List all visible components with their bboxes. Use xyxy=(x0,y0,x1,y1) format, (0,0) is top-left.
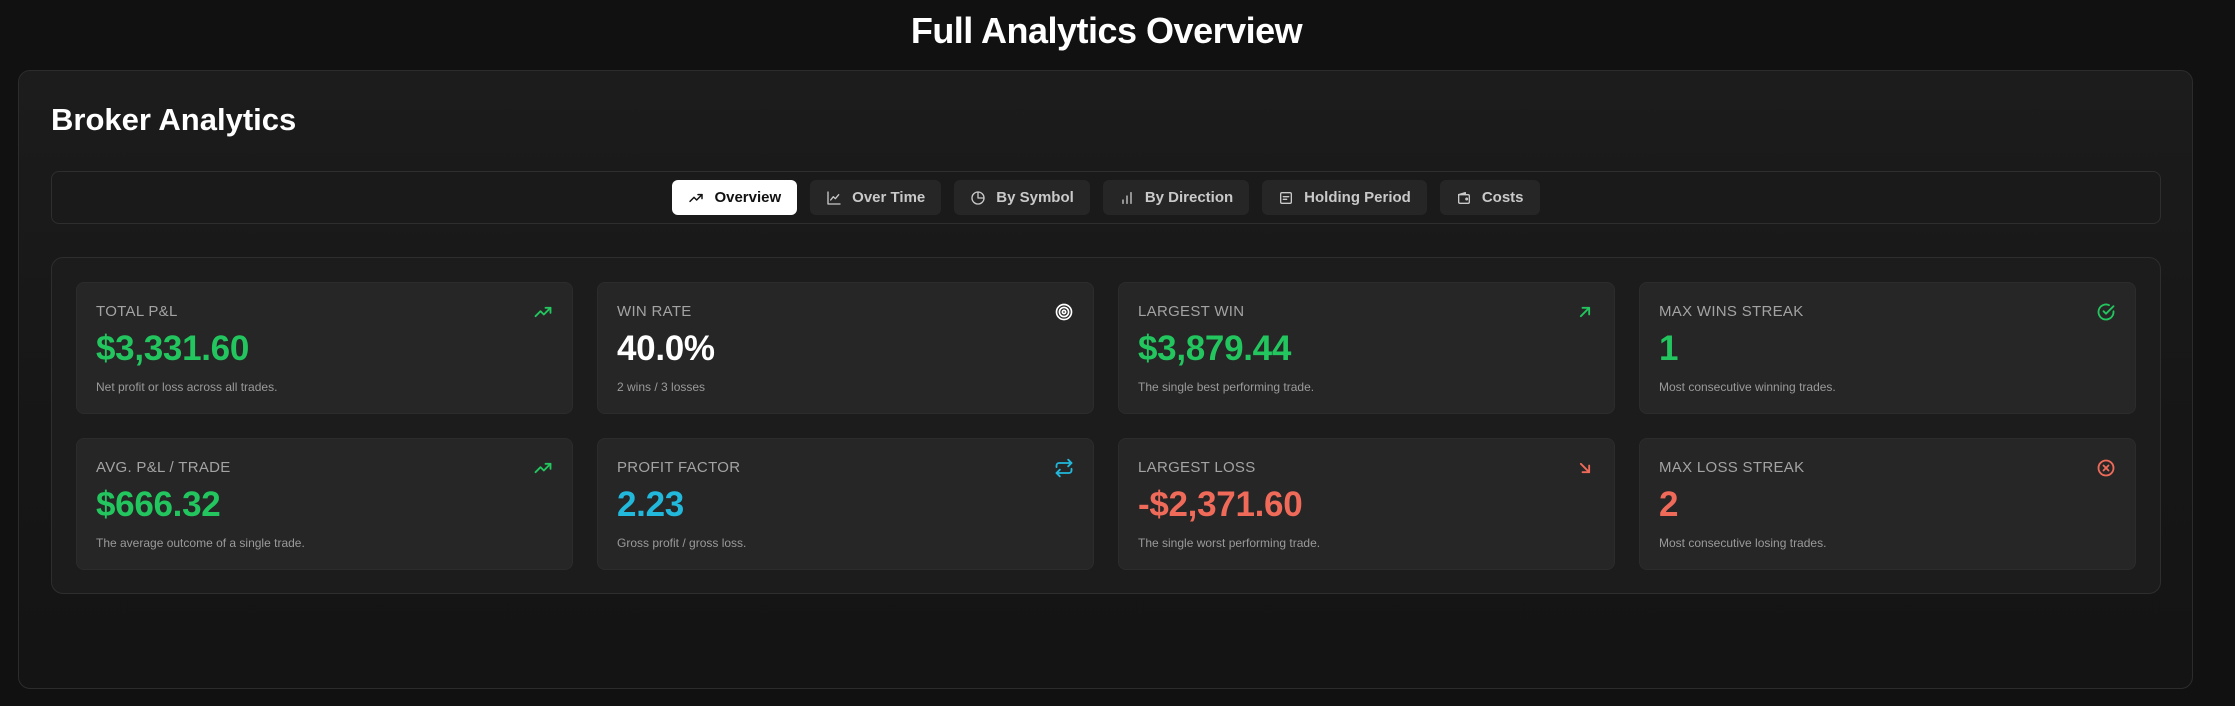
trending-up-icon xyxy=(533,302,553,322)
stat-card-largest-loss: Largest Loss -$2,371.60 The single worst… xyxy=(1118,438,1615,570)
stat-description: 2 wins / 3 losses xyxy=(617,380,706,394)
page-title: Full Analytics Overview xyxy=(910,10,1303,51)
stat-description: Most consecutive losing trades. xyxy=(1659,536,1827,550)
calendar-icon xyxy=(1278,190,1294,206)
repeat-icon xyxy=(1054,458,1074,478)
wallet-icon xyxy=(1456,190,1472,206)
check-circle-icon xyxy=(2096,302,2116,322)
stat-label: Total P&L xyxy=(96,303,178,320)
stat-card-max-loss-streak: Max Loss Streak 2 Most consecutive losin… xyxy=(1639,438,2136,570)
stat-description: Net profit or loss across all trades. xyxy=(96,380,278,394)
stat-label: Avg. P&L / Trade xyxy=(96,459,231,476)
stat-label: Max Wins Streak xyxy=(1659,303,1804,320)
stat-label: Largest Loss xyxy=(1138,459,1256,476)
stat-description: The average outcome of a single trade. xyxy=(96,536,305,550)
tab-by-symbol[interactable]: By Symbol xyxy=(954,180,1090,215)
stat-card-avg-pnl-per-trade: Avg. P&L / Trade $666.32 The average out… xyxy=(76,438,573,570)
tab-label: Costs xyxy=(1481,189,1524,206)
tab-overview[interactable]: Overview xyxy=(672,180,798,215)
stat-value: 40.0% xyxy=(617,329,715,368)
tab-label: Over Time xyxy=(852,189,926,206)
stat-description: The single best performing trade. xyxy=(1138,380,1315,394)
tab-label: Holding Period xyxy=(1304,189,1411,206)
stat-card-total-pnl: Total P&L $3,331.60 Net profit or loss a… xyxy=(76,282,573,414)
arrow-up-right-icon xyxy=(1575,302,1595,322)
stat-description: Most consecutive winning trades. xyxy=(1659,380,1836,394)
arrow-down-right-icon xyxy=(1575,458,1595,478)
trending-up-icon xyxy=(533,458,553,478)
bar-chart-icon xyxy=(1119,190,1135,206)
stat-card-max-wins-streak: Max Wins Streak 1 Most consecutive winni… xyxy=(1639,282,2136,414)
tab-costs[interactable]: Costs xyxy=(1439,180,1540,215)
line-chart-icon xyxy=(826,190,842,206)
tab-label: By Direction xyxy=(1144,189,1234,206)
tab-label: By Symbol xyxy=(996,189,1074,206)
stat-description: The single worst performing trade. xyxy=(1138,536,1321,550)
tab-holding-period[interactable]: Holding Period xyxy=(1262,180,1427,215)
tab-over-time[interactable]: Over Time xyxy=(810,180,942,215)
stat-card-profit-factor: Profit Factor 2.23 Gross profit / gross … xyxy=(597,438,1094,570)
stat-label: Win Rate xyxy=(617,303,692,320)
stat-label: Profit Factor xyxy=(617,459,741,476)
stat-value: -$2,371.60 xyxy=(1138,485,1303,524)
stat-description: Gross profit / gross loss. xyxy=(617,536,747,550)
stat-card-largest-win: Largest Win $3,879.44 The single best pe… xyxy=(1118,282,1615,414)
stat-label: Largest Win xyxy=(1138,303,1245,320)
stat-card-win-rate: Win Rate 40.0% 2 wins / 3 losses xyxy=(597,282,1094,414)
tab-bar: Overview Over Time By Symbol By Directio… xyxy=(51,171,2161,224)
stat-value: $3,331.60 xyxy=(96,329,250,368)
trending-up-icon xyxy=(688,190,704,206)
x-circle-icon xyxy=(2096,458,2116,478)
tab-by-direction[interactable]: By Direction xyxy=(1102,180,1250,215)
broker-analytics-panel: Broker Analytics Overview Over Time By S… xyxy=(18,70,2193,689)
stats-grid: Total P&L $3,331.60 Net profit or loss a… xyxy=(51,257,2161,594)
stat-value: $666.32 xyxy=(96,485,221,524)
tab-label: Overview xyxy=(714,189,782,206)
stat-value: $3,879.44 xyxy=(1138,329,1292,368)
pie-chart-icon xyxy=(970,190,986,206)
stat-value: 1 xyxy=(1659,329,1679,368)
stat-value: 2 xyxy=(1659,485,1679,524)
target-icon xyxy=(1054,302,1074,322)
stat-label: Max Loss Streak xyxy=(1659,459,1805,476)
stat-value: 2.23 xyxy=(617,485,684,524)
panel-title: Broker Analytics xyxy=(51,102,297,137)
